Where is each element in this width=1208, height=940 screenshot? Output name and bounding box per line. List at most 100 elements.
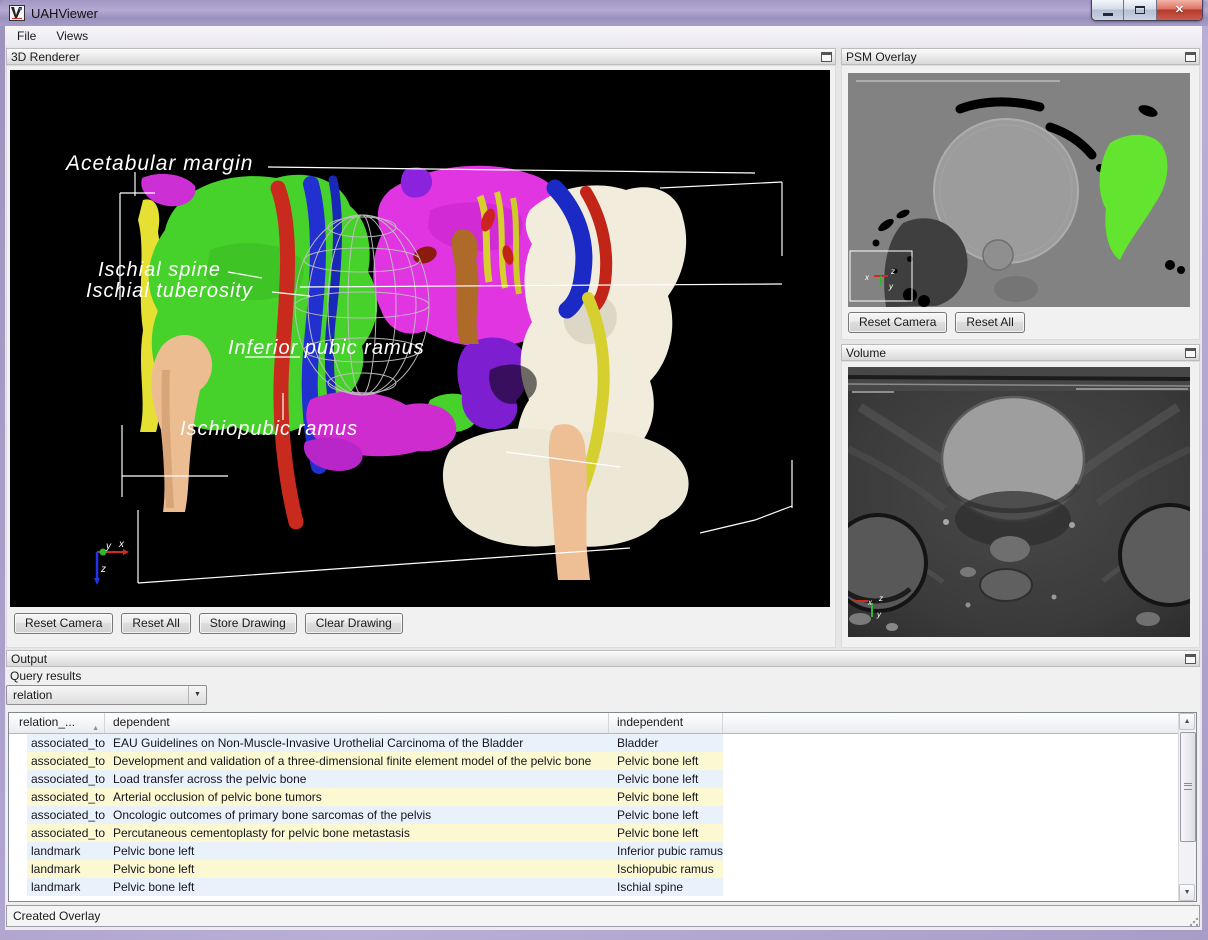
cell-independent: Pelvic bone left (609, 770, 723, 788)
reset-all-button-psm[interactable]: Reset All (955, 312, 1024, 333)
float-panel-icon[interactable] (1185, 654, 1196, 664)
cell-dependent: Pelvic bone left (105, 860, 609, 878)
cell-relation: associated_to (27, 770, 105, 788)
panel-title-3d-renderer: 3D Renderer (11, 50, 80, 64)
row-indent (9, 842, 27, 860)
cell-independent: Inferior pubic ramus (609, 842, 723, 860)
row-indent (9, 734, 27, 752)
column-header-dependent[interactable]: dependent (105, 713, 609, 733)
chevron-down-icon: ▼ (188, 686, 206, 704)
window-title: UAHViewer (31, 6, 98, 21)
cell-dependent: EAU Guidelines on Non-Muscle-Invasive Ur… (105, 734, 609, 752)
panel-header-psm-overlay: PSM Overlay (841, 48, 1200, 65)
table-row[interactable]: landmarkPelvic bone leftIschial spine (9, 878, 1178, 896)
table-row[interactable]: associated_toArterial occlusion of pelvi… (9, 788, 1178, 806)
cell-dependent: Development and validation of a three-di… (105, 752, 609, 770)
scrollbar-thumb[interactable] (1180, 732, 1196, 842)
scroll-down-icon[interactable]: ▼ (1179, 884, 1195, 901)
table-row[interactable]: associated_toPercutaneous cementoplasty … (9, 824, 1178, 842)
float-panel-icon[interactable] (1185, 348, 1196, 358)
window-controls: ✕ (1091, 0, 1203, 21)
svg-text:y: y (105, 541, 112, 552)
cell-relation: landmark (27, 842, 105, 860)
row-indent (9, 860, 27, 878)
table-row[interactable]: associated_toDevelopment and validation … (9, 752, 1178, 770)
annotation-ischial-spine: Ischial spine (98, 259, 221, 282)
column-header-relation[interactable]: relation_... ▲ (9, 713, 105, 733)
relation-dropdown[interactable]: relation ▼ (6, 685, 207, 705)
cell-relation: associated_to (27, 752, 105, 770)
cell-dependent: Pelvic bone left (105, 878, 609, 896)
cell-filler (723, 878, 1178, 896)
cell-relation: landmark (27, 878, 105, 896)
clear-drawing-button[interactable]: Clear Drawing (305, 613, 403, 634)
reset-camera-button-3d[interactable]: Reset Camera (14, 613, 113, 634)
table-row[interactable]: associated_toOncologic outcomes of prima… (9, 806, 1178, 824)
cell-filler (723, 752, 1178, 770)
float-panel-icon[interactable] (1185, 52, 1196, 62)
svg-text:z: z (100, 564, 106, 575)
panel-title-output: Output (11, 652, 47, 666)
table-row[interactable]: landmarkPelvic bone leftInferior pubic r… (9, 842, 1178, 860)
table-row[interactable]: associated_toEAU Guidelines on Non-Muscl… (9, 734, 1178, 752)
cell-filler (723, 806, 1178, 824)
cell-dependent: Arterial occlusion of pelvic bone tumors (105, 788, 609, 806)
cell-independent: Pelvic bone left (609, 788, 723, 806)
psm-overlay-viewport[interactable]: x z y (848, 73, 1190, 307)
cell-independent: Ischial spine (609, 878, 723, 896)
cell-filler (723, 824, 1178, 842)
panel-header-output: Output (6, 650, 1200, 667)
volume-viewport[interactable]: x z y (848, 367, 1190, 637)
cell-filler (723, 734, 1178, 752)
cell-relation: associated_to (27, 788, 105, 806)
svg-text:x: x (118, 539, 125, 550)
resize-grip[interactable] (1189, 917, 1199, 927)
close-button[interactable]: ✕ (1157, 0, 1202, 20)
minimize-icon (1103, 13, 1113, 16)
panel-header-volume: Volume (841, 344, 1200, 361)
panel-title-psm-overlay: PSM Overlay (846, 50, 917, 64)
annotation-acetabular-margin: Acetabular margin (66, 152, 253, 176)
scroll-up-icon[interactable]: ▲ (1179, 713, 1195, 730)
cell-independent: Ischiopubic ramus (609, 860, 723, 878)
table-row[interactable]: associated_toLoad transfer across the pe… (9, 770, 1178, 788)
minimize-button[interactable] (1092, 0, 1124, 20)
store-drawing-button[interactable]: Store Drawing (199, 613, 297, 634)
row-indent (9, 770, 27, 788)
cell-filler (723, 842, 1178, 860)
title-bar[interactable]: UAHViewer ✕ (0, 0, 1208, 26)
scrollbar-grip-icon (1184, 783, 1192, 790)
sort-ascending-icon: ▲ (92, 719, 99, 738)
column-header-independent[interactable]: independent (609, 713, 723, 733)
table-row[interactable]: landmarkPelvic bone leftIschiopubic ramu… (9, 860, 1178, 878)
svg-text:z: z (878, 594, 883, 603)
cell-relation: associated_to (27, 824, 105, 842)
app-icon (9, 5, 25, 21)
cell-filler (723, 860, 1178, 878)
maximize-icon (1135, 6, 1145, 14)
relation-dropdown-value: relation (7, 688, 188, 702)
float-panel-icon[interactable] (821, 52, 832, 62)
cell-dependent: Load transfer across the pelvic bone (105, 770, 609, 788)
menu-file[interactable]: File (9, 27, 44, 45)
menu-views[interactable]: Views (48, 27, 96, 45)
annotation-ischial-tuberosity: Ischial tuberosity (86, 280, 253, 303)
cell-independent: Pelvic bone left (609, 824, 723, 842)
reset-camera-button-psm[interactable]: Reset Camera (848, 312, 947, 333)
vertical-scrollbar[interactable]: ▲ ▼ (1178, 713, 1196, 901)
cell-independent: Pelvic bone left (609, 806, 723, 824)
close-icon: ✕ (1175, 0, 1184, 20)
query-results-table: relation_... ▲ dependent independent ass… (8, 712, 1197, 902)
reset-all-button-3d[interactable]: Reset All (121, 613, 190, 634)
table-main: relation_... ▲ dependent independent ass… (9, 713, 1178, 901)
status-message: Created Overlay (6, 905, 1200, 927)
annotation-ischiopubic-ramus: Ischiopubic ramus (180, 418, 358, 441)
row-indent (9, 878, 27, 896)
cell-independent: Bladder (609, 734, 723, 752)
panel-title-volume: Volume (846, 346, 886, 360)
query-results-label: Query results (10, 669, 81, 683)
maximize-button[interactable] (1124, 0, 1157, 20)
cell-independent: Pelvic bone left (609, 752, 723, 770)
cell-filler (723, 788, 1178, 806)
menu-bar: File Views (5, 26, 1202, 47)
